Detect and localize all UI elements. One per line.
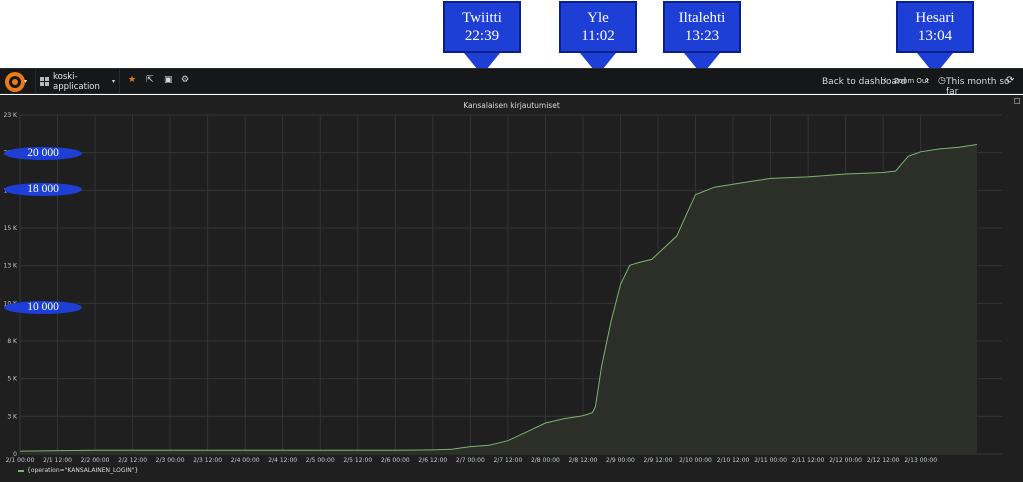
callout-box: Iltalehti 13:23 [663,1,741,53]
x-tick-label: 2/13 00:00 [904,457,937,464]
x-tick-label: 2/1 00:00 [6,457,35,464]
series-area [20,144,977,454]
gear-icon[interactable]: ⚙ [181,75,189,85]
y-tick-label: 3 K [7,413,18,420]
dashboard-title: koski-application [53,71,100,92]
x-tick-label: 2/11 12:00 [792,457,825,464]
y-tick-label: 15 K [4,225,19,232]
x-tick-label: 2/2 00:00 [81,457,110,464]
x-tick-label: 2/8 12:00 [569,457,598,464]
x-tick-label: 2/11 00:00 [754,457,787,464]
callout-hesari: Hesari 13:04 [896,1,974,75]
callout-time: 13:23 [684,28,720,44]
y-tick-label: 8 K [7,338,18,345]
graph-panel: 03 K5 K8 K10 K13 K15 K18 K20 K23 K2/1 00… [0,95,1023,482]
x-tick-label: 2/7 12:00 [493,457,522,464]
save-icon[interactable]: ▣ [164,75,173,85]
x-tick-label: 2/9 00:00 [606,457,635,464]
grafana-logo-icon[interactable] [4,71,26,93]
x-tick-label: 2/12 12:00 [867,457,900,464]
x-tick-label: 2/8 00:00 [531,457,560,464]
x-tick-label: 2/2 12:00 [118,457,147,464]
callout-box: Yle 11:02 [559,1,637,53]
x-tick-label: 2/6 00:00 [381,457,410,464]
login-chart: 03 K5 K8 K10 K13 K15 K18 K20 K23 K2/1 00… [4,112,1002,464]
resize-handle-icon[interactable] [1014,98,1020,104]
x-tick-label: 2/10 12:00 [717,457,750,464]
top-navbar: ▾ koski-application ▾ ★ ⇱ ▣ ⚙ Back to da… [0,68,1023,97]
chevron-right-icon[interactable]: › [925,75,929,86]
x-tick-label: 2/3 12:00 [193,457,222,464]
callout-box: Twiitti 22:39 [443,1,521,53]
x-tick-label: 2/10 00:00 [679,457,712,464]
callout-time: 22:39 [464,28,500,44]
chevron-down-icon: ▾ [111,78,115,85]
callout-name: Hesari [915,10,955,26]
y-tick-label: 23 K [4,112,19,119]
dashboard-grid-icon [40,77,49,86]
annotation-18000: 18 000 [4,183,82,196]
callout-name: Iltalehti [678,10,726,26]
share-icon[interactable]: ⇱ [146,75,154,85]
chevron-down-icon[interactable]: ▾ [24,78,27,85]
callout-box: Hesari 13:04 [896,1,974,53]
callout-name: Yle [587,10,609,26]
x-tick-label: 2/7 00:00 [456,457,485,464]
legend-label: {operation="KANSALAINEN_LOGIN"} [27,467,139,474]
chevron-left-icon[interactable]: ‹ [883,75,887,86]
star-icon[interactable]: ★ [128,75,136,85]
annotation-20000: 20 000 [4,147,82,160]
x-tick-label: 2/1 12:00 [43,457,72,464]
x-tick-label: 2/5 00:00 [306,457,335,464]
dashboard-picker[interactable]: koski-application ▾ [35,69,120,94]
x-tick-label: 2/4 00:00 [231,457,260,464]
callout-iltalehti: Iltalehti 13:23 [663,1,741,75]
annotation-10000: 10 000 [4,301,82,314]
clock-icon[interactable]: ◷ [938,76,946,86]
x-tick-label: 2/3 00:00 [156,457,185,464]
x-tick-label: 2/12 00:00 [829,457,862,464]
refresh-icon[interactable]: ⟳ [1006,75,1014,86]
y-tick-label: 5 K [7,376,18,383]
zoom-out-button[interactable]: Zoom Out [894,77,929,85]
y-tick-label: 13 K [4,263,19,270]
callout-time: 13:04 [917,28,953,44]
legend-swatch [18,469,24,472]
callout-name: Twiitti [462,10,502,26]
x-tick-label: 2/5 12:00 [343,457,372,464]
callout-yle: Yle 11:02 [559,1,637,75]
legend[interactable]: {operation="KANSALAINEN_LOGIN"} [18,467,138,474]
callout-twiitti: Twiitti 22:39 [443,1,521,75]
panel-title[interactable]: Kansalaisen kirjautumiset [0,101,1023,110]
x-tick-label: 2/6 12:00 [418,457,447,464]
x-tick-label: 2/4 12:00 [268,457,297,464]
callout-time: 11:02 [581,28,615,44]
x-tick-label: 2/9 12:00 [644,457,673,464]
